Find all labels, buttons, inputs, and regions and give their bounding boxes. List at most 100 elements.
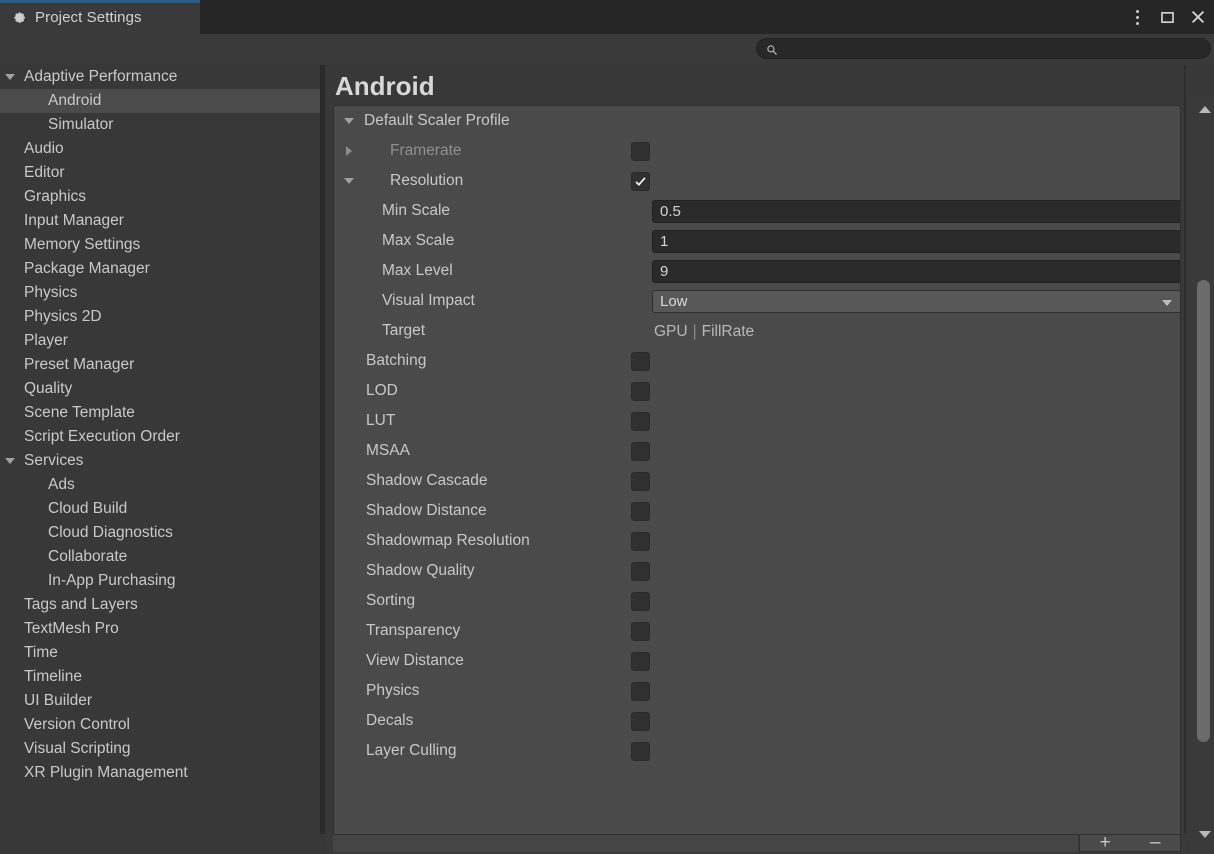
value-separator: | xyxy=(693,323,697,341)
chevron-down-icon[interactable] xyxy=(340,118,358,124)
property-label: Shadow Quality xyxy=(366,562,475,580)
checkbox-shadow-distance[interactable] xyxy=(631,502,650,521)
sidebar-item-adaptive-performance[interactable]: Adaptive Performance xyxy=(0,65,320,89)
dropdown-value: Low xyxy=(660,293,688,310)
property-row-max-level: Max Level9 xyxy=(334,256,1180,286)
input-max-level[interactable]: 9 xyxy=(652,260,1181,283)
sidebar-item-editor[interactable]: Editor xyxy=(0,161,320,185)
checkbox-batching[interactable] xyxy=(631,352,650,371)
checkbox-shadow-quality[interactable] xyxy=(631,562,650,581)
sidebar-item-tags-and-layers[interactable]: Tags and Layers xyxy=(0,593,320,617)
sidebar-item-textmesh-pro[interactable]: TextMesh Pro xyxy=(0,617,320,641)
sidebar-item-label: Visual Scripting xyxy=(24,740,131,758)
sidebar-item-label: Tags and Layers xyxy=(24,596,138,614)
checkbox-shadowmap-resolution[interactable] xyxy=(631,532,650,551)
sidebar-item-version-control[interactable]: Version Control xyxy=(0,713,320,737)
checkbox-layer-culling[interactable] xyxy=(631,742,650,761)
sidebar-item-xr-plugin-management[interactable]: XR Plugin Management xyxy=(0,761,320,785)
scrollbar-thumb[interactable] xyxy=(1197,280,1210,742)
maximize-icon[interactable] xyxy=(1152,0,1182,34)
sidebar-item-script-execution-order[interactable]: Script Execution Order xyxy=(0,425,320,449)
sidebar-item-cloud-build[interactable]: Cloud Build xyxy=(0,497,320,521)
sidebar-item-preset-manager[interactable]: Preset Manager xyxy=(0,353,320,377)
sidebar-item-label: Cloud Build xyxy=(48,500,127,518)
sidebar-item-label: Adaptive Performance xyxy=(24,68,177,86)
scrollbar-track[interactable] xyxy=(1192,98,1210,854)
chevron-down-icon[interactable] xyxy=(0,458,20,464)
sidebar-item-ads[interactable]: Ads xyxy=(0,473,320,497)
value-target: GPU|FillRate xyxy=(654,320,754,343)
chevron-down-icon xyxy=(1162,300,1172,306)
sidebar-item-physics[interactable]: Physics xyxy=(0,281,320,305)
checkbox-view-distance[interactable] xyxy=(631,652,650,671)
search-bar-row xyxy=(0,34,1214,64)
sidebar-item-scene-template[interactable]: Scene Template xyxy=(0,401,320,425)
sidebar-item-time[interactable]: Time xyxy=(0,641,320,665)
sidebar-item-services[interactable]: Services xyxy=(0,449,320,473)
chevron-right-icon[interactable] xyxy=(340,146,358,156)
sidebar-item-label: Preset Manager xyxy=(24,356,134,374)
sidebar-item-simulator[interactable]: Simulator xyxy=(0,113,320,137)
sidebar-item-visual-scripting[interactable]: Visual Scripting xyxy=(0,737,320,761)
sidebar-item-physics-2d[interactable]: Physics 2D xyxy=(0,305,320,329)
sidebar-item-package-manager[interactable]: Package Manager xyxy=(0,257,320,281)
sidebar-item-player[interactable]: Player xyxy=(0,329,320,353)
sidebar-item-cloud-diagnostics[interactable]: Cloud Diagnostics xyxy=(0,521,320,545)
remove-item-button[interactable]: – xyxy=(1150,836,1161,850)
property-label: Shadow Distance xyxy=(366,502,487,520)
chevron-down-icon[interactable] xyxy=(340,178,358,184)
dropdown-visual-impact[interactable]: Low xyxy=(652,290,1181,313)
sidebar-item-input-manager[interactable]: Input Manager xyxy=(0,209,320,233)
input-min-scale[interactable]: 0.5 xyxy=(652,200,1181,223)
chevron-down-icon[interactable] xyxy=(0,74,20,80)
property-row-visual-impact: Visual Impact Low xyxy=(334,286,1180,316)
property-label: Visual Impact xyxy=(382,292,475,310)
property-label: MSAA xyxy=(366,442,410,460)
property-row-transparency: Transparency xyxy=(334,616,1180,646)
sidebar-item-ui-builder[interactable]: UI Builder xyxy=(0,689,320,713)
settings-category-tree[interactable]: Adaptive Performance AndroidSimulatorAudi… xyxy=(0,65,320,854)
sidebar-item-memory-settings[interactable]: Memory Settings xyxy=(0,233,320,257)
property-row-min-scale: Min Scale0.5 xyxy=(334,196,1180,226)
sidebar-item-timeline[interactable]: Timeline xyxy=(0,665,320,689)
project-settings-tab[interactable]: Project Settings xyxy=(0,0,200,34)
kebab-menu-icon[interactable] xyxy=(1122,0,1152,34)
footer-left-spacer xyxy=(0,834,327,854)
sidebar-item-collaborate[interactable]: Collaborate xyxy=(0,545,320,569)
checkbox-sorting[interactable] xyxy=(631,592,650,611)
scaler-profile-list[interactable]: Default Scaler ProfileFramerateResolutio… xyxy=(333,105,1181,854)
property-label: Layer Culling xyxy=(366,742,456,760)
sidebar-item-quality[interactable]: Quality xyxy=(0,377,320,401)
checkbox-shadow-cascade[interactable] xyxy=(631,472,650,491)
checkbox-transparency[interactable] xyxy=(631,622,650,641)
sidebar-item-graphics[interactable]: Graphics xyxy=(0,185,320,209)
search-field[interactable] xyxy=(756,38,1211,59)
checkbox-decals[interactable] xyxy=(631,712,650,731)
checkbox-lod[interactable] xyxy=(631,382,650,401)
sidebar-item-label: Memory Settings xyxy=(24,236,140,254)
scroll-down-arrow-icon[interactable] xyxy=(1199,831,1211,838)
checkbox-lut[interactable] xyxy=(631,412,650,431)
sidebar-item-in-app-purchasing[interactable]: In-App Purchasing xyxy=(0,569,320,593)
sidebar-item-label: Package Manager xyxy=(24,260,150,278)
sidebar-item-audio[interactable]: Audio xyxy=(0,137,320,161)
sidebar-item-label: Timeline xyxy=(24,668,82,686)
sidebar-item-label: Quality xyxy=(24,380,72,398)
checkbox-framerate[interactable] xyxy=(631,142,650,161)
close-icon[interactable] xyxy=(1182,0,1214,34)
input-max-scale[interactable]: 1 xyxy=(652,230,1181,253)
property-row-decals: Decals xyxy=(334,706,1180,736)
checkbox-physics[interactable] xyxy=(631,682,650,701)
add-item-button[interactable]: + xyxy=(1100,836,1111,850)
property-label: Framerate xyxy=(390,142,462,160)
checkbox-msaa[interactable] xyxy=(631,442,650,461)
sidebar-item-label: Scene Template xyxy=(24,404,135,422)
scroll-up-arrow-icon[interactable] xyxy=(1199,106,1211,113)
checkbox-resolution[interactable] xyxy=(631,172,650,191)
vertical-scrollbar[interactable] xyxy=(1188,98,1214,854)
sidebar-item-android[interactable]: Android xyxy=(0,89,320,113)
search-input[interactable] xyxy=(783,40,1183,57)
sidebar-item-label: Script Execution Order xyxy=(24,428,180,446)
check-icon xyxy=(634,175,647,188)
page-title: Android xyxy=(335,71,435,102)
